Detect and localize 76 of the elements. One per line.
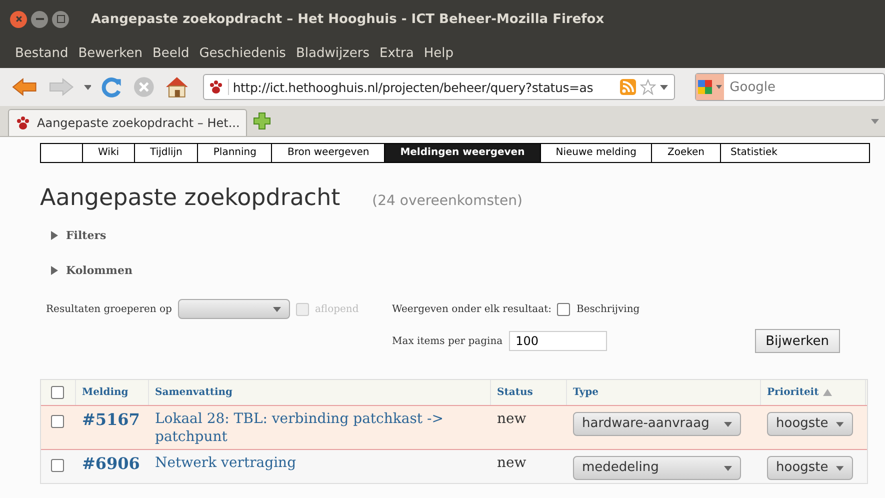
paw-icon	[15, 115, 31, 131]
group-label: Resultaten groeperen op	[46, 304, 172, 314]
type-dropdown[interactable]: mededeling	[573, 456, 741, 480]
section-toggle[interactable]: Kolommen	[50, 258, 885, 283]
back-arrow-icon[interactable]	[12, 77, 38, 97]
triangle-icon	[50, 231, 58, 240]
caret-icon	[272, 306, 281, 312]
caret-icon	[724, 466, 732, 471]
page-title: Aangepaste zoekopdracht	[40, 185, 340, 211]
result-count: (24 overeenkomsten)	[372, 193, 522, 209]
show-label: Weergeven onder elk resultaat:	[392, 304, 552, 314]
max-items-field[interactable]: 100	[508, 331, 607, 351]
caret-icon[interactable]	[871, 118, 879, 124]
rss-icon[interactable]	[620, 79, 636, 95]
checkbox-label: Beschrijving	[576, 304, 640, 314]
table-row[interactable]: #6906 Netwerk vertraging new mededeling hoogste	[41, 449, 867, 484]
max-items-label: Max items per pagina	[392, 336, 503, 346]
plus-icon[interactable]	[252, 112, 271, 130]
column-header[interactable]: Samenvatting	[155, 387, 233, 398]
menu-item[interactable]: Geschiedenis	[194, 46, 291, 60]
nav-tab[interactable]: Planning	[198, 144, 272, 162]
summary-link[interactable]: Lokaal 28: TBL: verbinding patchkast -> patchpunt	[155, 410, 485, 446]
paw-icon	[208, 79, 229, 95]
status-text: new	[497, 455, 526, 472]
priority-dropdown[interactable]: hoogste	[767, 412, 853, 436]
nav-tab[interactable]: Tijdlijn	[135, 144, 198, 162]
menu-item[interactable]: Extra	[374, 46, 419, 60]
menu-item[interactable]: Help	[418, 46, 458, 60]
minimize-icon[interactable]	[31, 10, 48, 28]
window-title: Aangepaste zoekopdracht – Het Hooghuis - ICT Beheer-Mozilla Firefox	[91, 12, 604, 26]
home-icon[interactable]	[165, 76, 189, 98]
column-header[interactable]: Prioriteit	[767, 387, 832, 398]
priority-dropdown[interactable]: hoogste	[767, 456, 853, 480]
column-header[interactable]: Type	[573, 387, 599, 398]
summary-link[interactable]: Netwerk vertraging	[155, 454, 485, 473]
checkbox[interactable]	[51, 415, 64, 428]
close-icon[interactable]	[10, 10, 27, 28]
nav-tab[interactable]: Meldingen weergeven	[385, 144, 541, 162]
group-dropdown[interactable]	[178, 299, 290, 319]
nav-tab[interactable]: Statistiek	[720, 144, 780, 162]
status-text: new	[497, 411, 526, 427]
browser-tab[interactable]: Aangepaste zoekopdracht – Het...	[8, 109, 247, 136]
star-icon[interactable]	[640, 79, 656, 95]
type-dropdown[interactable]: hardware-aanvraag	[573, 412, 741, 436]
caret-icon[interactable]	[84, 84, 92, 90]
section-toggle[interactable]: Filters	[50, 223, 885, 248]
maximize-icon[interactable]	[52, 10, 69, 28]
search-field[interactable]: Google	[694, 73, 885, 101]
column-header[interactable]: Melding	[82, 387, 128, 398]
menu-item[interactable]: Bewerken	[73, 46, 148, 60]
sort-arrow-icon	[822, 389, 832, 396]
checkbox-label: aflopend	[314, 304, 359, 314]
nav-tab[interactable]: Nieuwe melding	[540, 144, 652, 162]
search-input[interactable]: Google	[728, 74, 878, 100]
nav-tab[interactable]: Wiki	[83, 144, 136, 162]
caret-icon	[836, 466, 844, 471]
menu-item[interactable]: Beeld	[147, 46, 194, 60]
checkbox[interactable]	[51, 386, 64, 399]
checkbox[interactable]	[51, 459, 64, 472]
address-field[interactable]: http://ict.hethooghuis.nl/projecten/beheer/query?status=as	[202, 74, 675, 100]
menu-item[interactable]: Bladwijzers	[290, 46, 374, 60]
reload-icon[interactable]	[101, 76, 124, 98]
ticket-link[interactable]: #5167	[82, 410, 140, 429]
checkbox[interactable]	[557, 302, 570, 316]
caret-icon[interactable]	[660, 84, 668, 90]
ticket-link[interactable]: #6906	[82, 454, 140, 474]
nav-tab[interactable]: Zoeken	[652, 144, 721, 162]
update-button[interactable]: Bijwerken	[754, 329, 840, 353]
menu-item[interactable]: Bestand	[10, 46, 74, 60]
column-header[interactable]: Status	[497, 387, 533, 398]
stop-icon[interactable]	[133, 76, 156, 98]
search-engine-icon[interactable]	[696, 74, 724, 100]
caret-icon	[724, 422, 732, 426]
triangle-icon	[50, 266, 58, 275]
caret-icon	[836, 422, 844, 426]
table-row[interactable]: #5167 Lokaal 28: TBL: verbinding patchkast -> patchpunt new hardware-aanvraag hoogste	[41, 405, 867, 450]
